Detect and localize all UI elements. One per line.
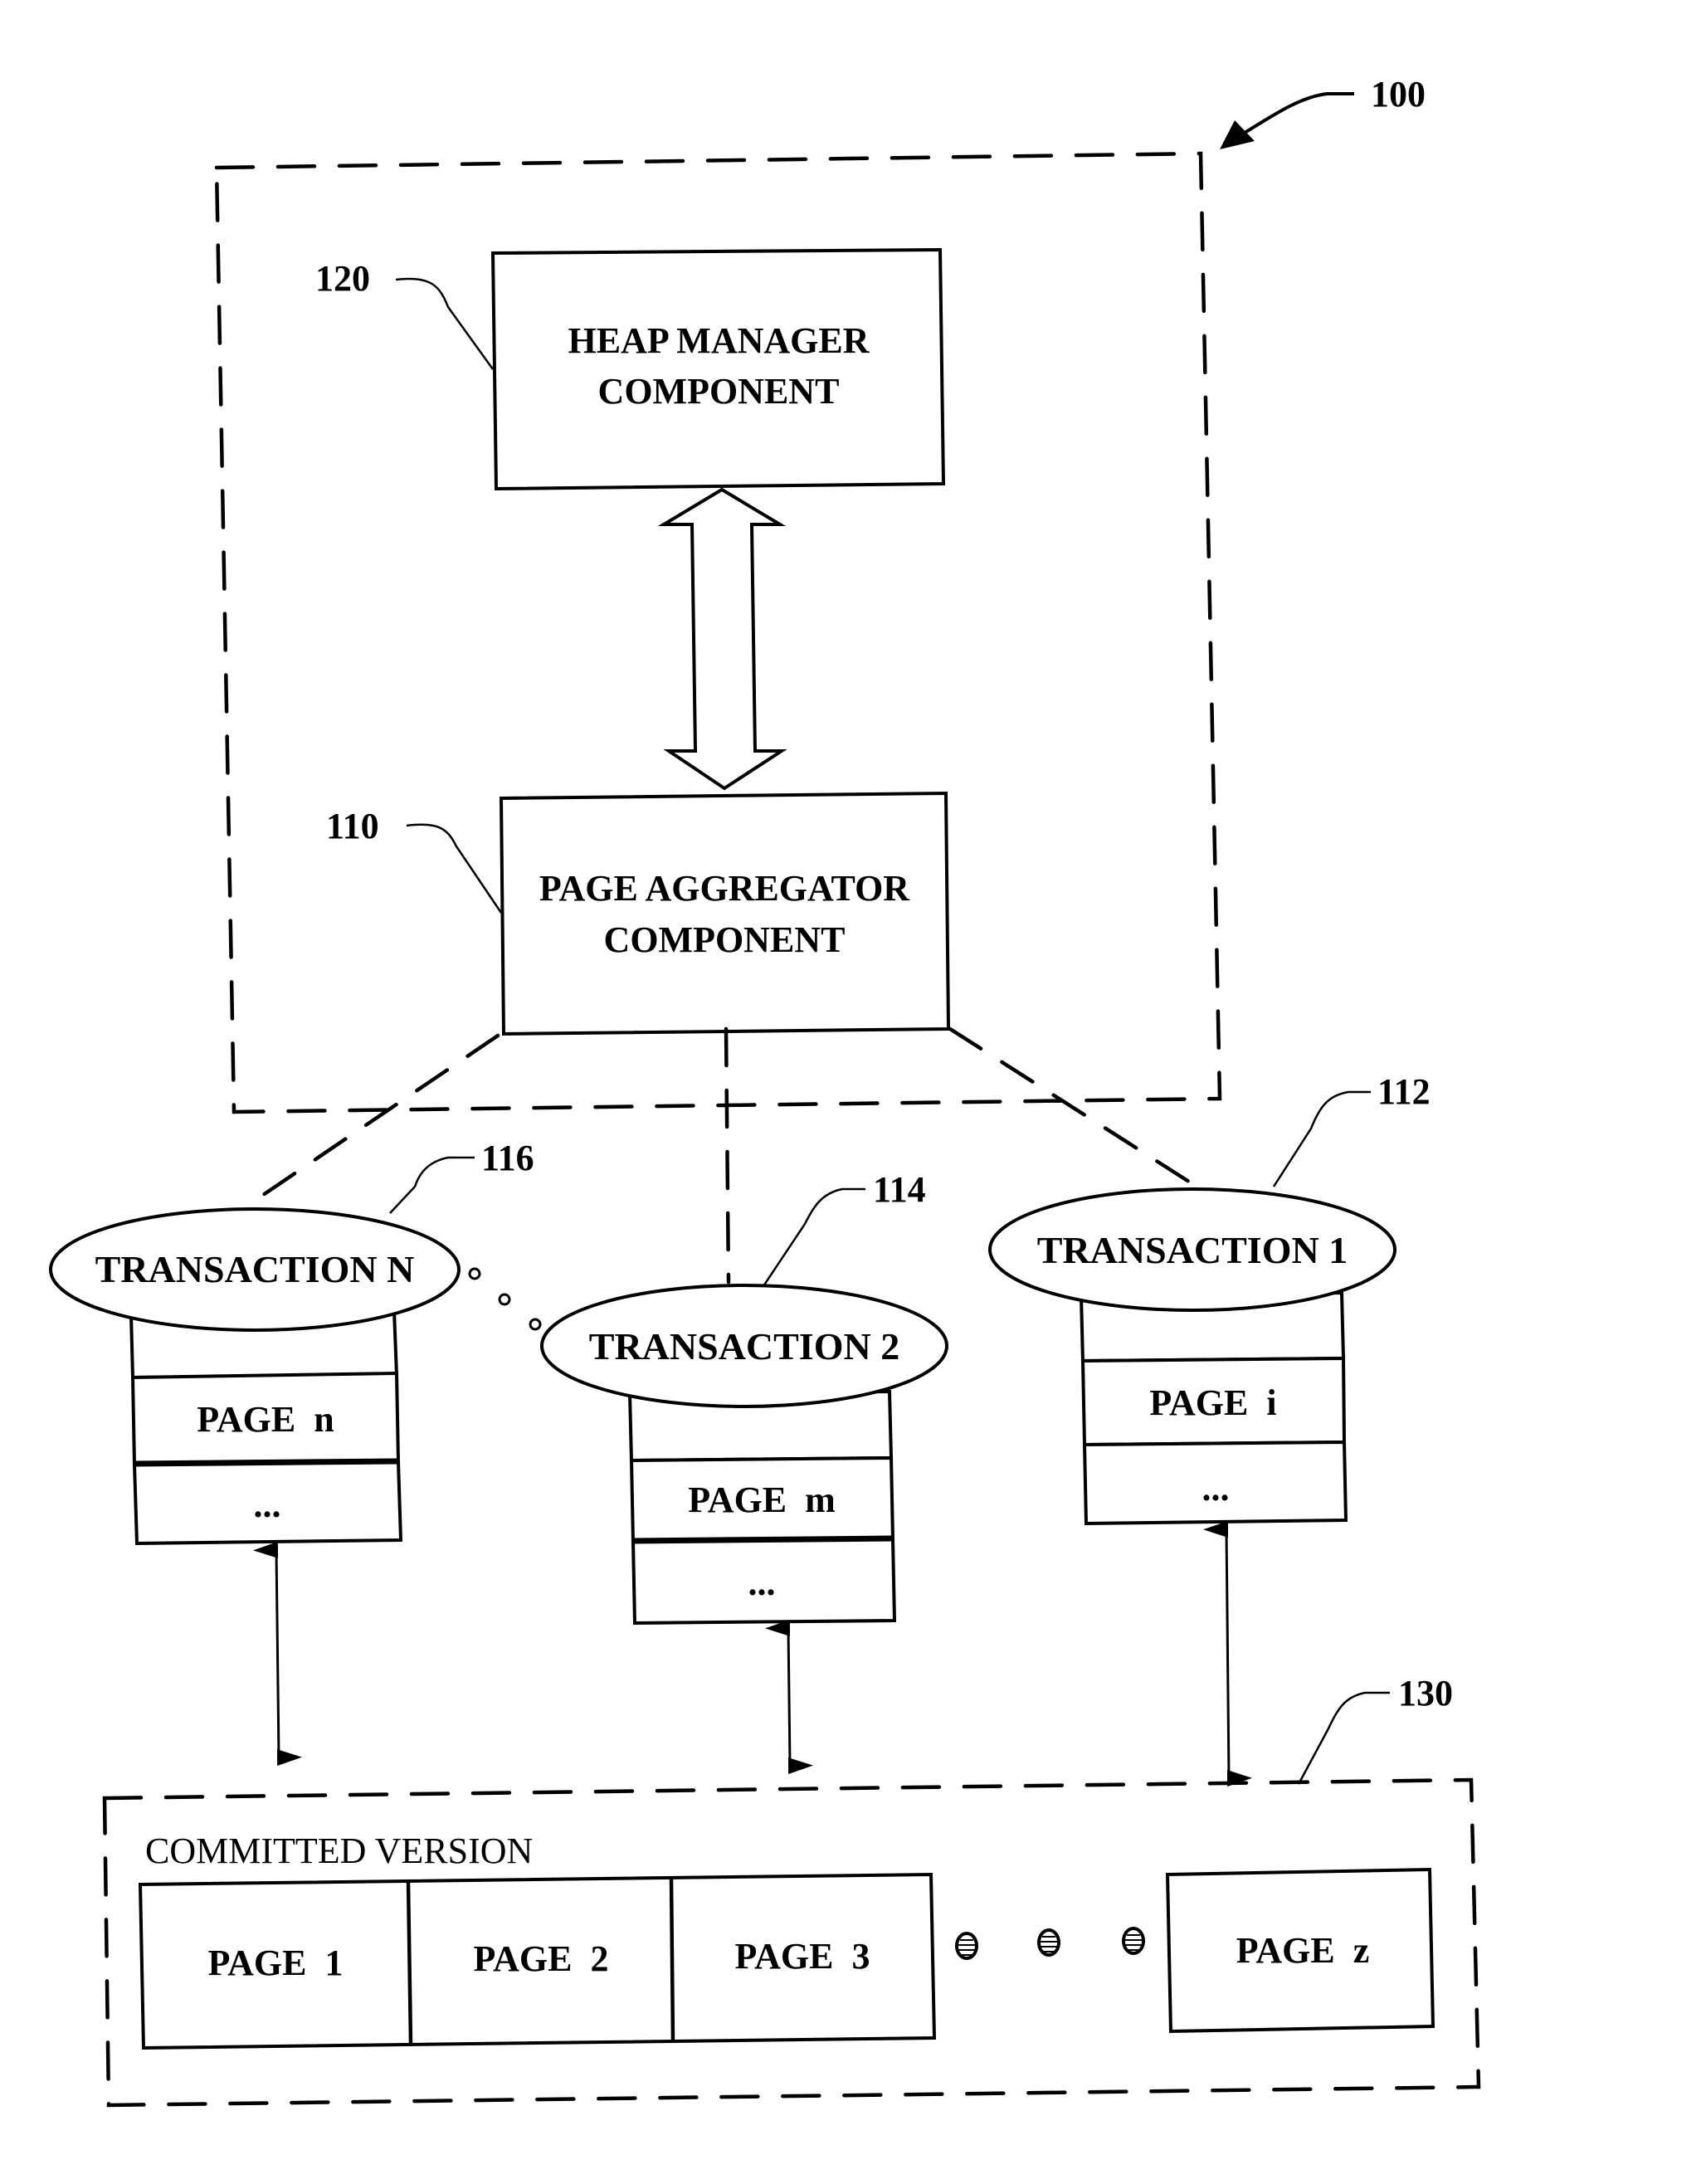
committed-page-3[interactable]: PAGE 3	[735, 1936, 870, 1977]
page-aggregator-line2: COMPONENT	[604, 919, 846, 960]
committed-page-2[interactable]: PAGE 2	[474, 1938, 609, 1979]
architecture-diagram: 100 HEAP MANAGER COMPONENT 120 PAGE AGGR…	[49, 74, 1481, 2108]
ref-116-leader	[389, 1156, 475, 1214]
ref-label-112: 112	[1377, 1071, 1431, 1112]
ellipsis-dot-icon	[468, 1267, 481, 1280]
transaction-2-more-label: ...	[748, 1562, 776, 1603]
ref-label-116: 116	[481, 1138, 534, 1178]
ref-110-leader	[406, 823, 503, 914]
link-aggregator-transaction-1	[948, 1026, 1206, 1193]
transaction-2-page-label: PAGE m	[688, 1480, 836, 1520]
ref-label-130: 130	[1398, 1673, 1453, 1714]
transaction-1[interactable]: TRANSACTION 1 PAGE i ...	[988, 1187, 1396, 1526]
link-aggregator-transaction-2	[724, 1026, 731, 1285]
transaction-n-label: TRANSACTION N	[95, 1248, 415, 1290]
transaction-1-label: TRANSACTION 1	[1037, 1229, 1348, 1271]
committed-pages: PAGE 1 PAGE 2 PAGE 3	[138, 1872, 937, 2050]
ref-label-114: 114	[873, 1169, 926, 1210]
page-aggregator-line1: PAGE AGGREGATOR	[539, 868, 910, 909]
ref-112-leader	[1272, 1090, 1371, 1187]
committed-page-z[interactable]: PAGE z	[1165, 1867, 1435, 2034]
sync-arrow-transaction-1	[1203, 1520, 1252, 1787]
ref-130-leader	[1297, 1691, 1390, 1785]
transaction-1-more-label: ...	[1202, 1468, 1230, 1509]
transaction-2-label: TRANSACTION 2	[589, 1325, 899, 1367]
transaction-n[interactable]: TRANSACTION N PAGE n ...	[49, 1207, 461, 1546]
ref-120-leader	[395, 277, 495, 370]
committed-page-1[interactable]: PAGE 1	[208, 1943, 344, 1983]
ref-label-100: 100	[1371, 74, 1426, 115]
ref-100-leader	[1243, 92, 1354, 134]
ref-label-120: 120	[315, 258, 370, 299]
sync-arrow-transaction-2	[765, 1619, 813, 1775]
committed-page-z-label: PAGE z	[1236, 1930, 1370, 1971]
ref-label-110: 110	[326, 806, 379, 846]
page-aggregator-component[interactable]: PAGE AGGREGATOR COMPONENT	[499, 791, 951, 1036]
bidirectional-hollow-arrow-icon	[657, 487, 787, 791]
heap-manager-line2: COMPONENT	[598, 371, 840, 412]
heap-manager-line1: HEAP MANAGER	[568, 320, 870, 361]
transaction-n-more-label: ...	[254, 1484, 281, 1525]
ellipsis-dot-icon	[498, 1293, 511, 1306]
sync-arrow-transaction-n	[253, 1541, 302, 1767]
ref-100-arrowhead-icon	[1220, 120, 1255, 149]
ref-114-leader	[762, 1187, 865, 1287]
link-aggregator-transaction-n	[242, 1033, 500, 1210]
committed-ellipsis	[955, 1927, 1145, 1960]
ellipsis-dot-icon	[529, 1318, 542, 1331]
committed-version-title: COMMITTED VERSION	[145, 1831, 533, 1871]
transaction-2[interactable]: TRANSACTION 2 PAGE m ...	[540, 1284, 948, 1626]
transaction-1-page-label: PAGE i	[1149, 1382, 1276, 1423]
heap-manager-component[interactable]: HEAP MANAGER COMPONENT	[490, 247, 946, 491]
transaction-n-page-label: PAGE n	[197, 1399, 334, 1440]
